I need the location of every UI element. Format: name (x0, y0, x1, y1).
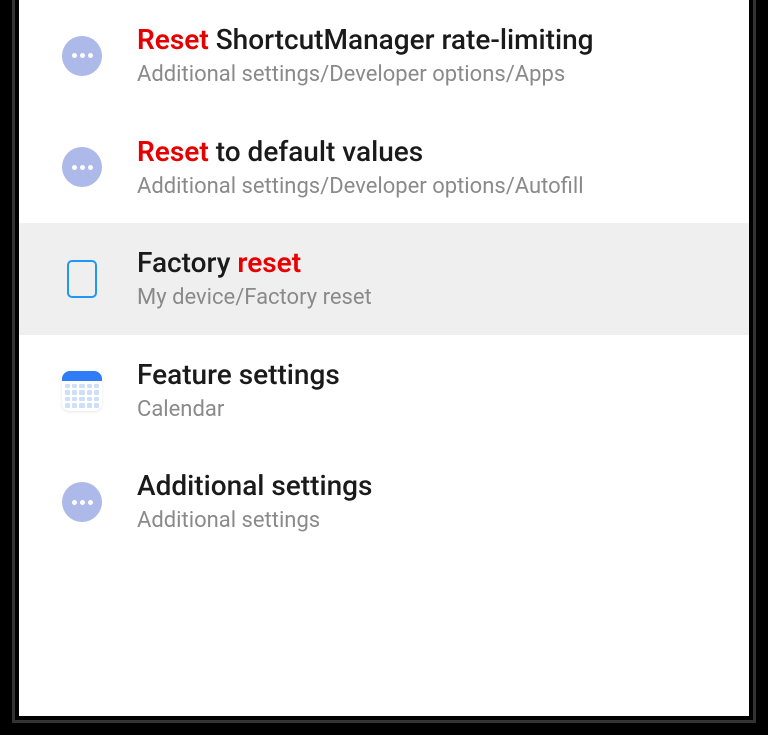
result-title: Feature settings (137, 357, 340, 392)
result-text: Reset to default values Additional setti… (137, 134, 584, 202)
result-additional-settings[interactable]: Additional settings Additional settings (19, 446, 749, 558)
result-factory-reset[interactable]: Factory reset My device/Factory reset (19, 223, 749, 335)
result-title: Factory reset (137, 245, 372, 280)
result-text: Factory reset My device/Factory reset (137, 245, 372, 313)
result-path: Additional settings/Developer options/Ap… (137, 61, 594, 90)
result-title: Additional settings (137, 468, 372, 503)
search-results-list: Reset ShortcutManager rate-limiting Addi… (19, 0, 749, 558)
result-path: My device/Factory reset (137, 284, 372, 313)
result-path: Additional settings (137, 507, 372, 536)
device-icon (61, 258, 103, 300)
more-icon (61, 146, 103, 188)
result-feature-settings[interactable]: Feature settings Calendar (19, 335, 749, 447)
result-text: Feature settings Calendar (137, 357, 340, 425)
result-path: Additional settings/Developer options/Au… (137, 173, 584, 202)
more-icon (61, 35, 103, 77)
result-title: Reset to default values (137, 134, 584, 169)
result-text: Reset ShortcutManager rate-limiting Addi… (137, 22, 594, 90)
result-reset-default-values[interactable]: Reset to default values Additional setti… (19, 112, 749, 224)
calendar-icon (61, 370, 103, 412)
phone-inner: Reset ShortcutManager rate-limiting Addi… (12, 0, 756, 723)
result-text: Additional settings Additional settings (137, 468, 372, 536)
more-icon (61, 481, 103, 523)
result-reset-shortcutmanager[interactable]: Reset ShortcutManager rate-limiting Addi… (19, 0, 749, 112)
phone-frame: Reset ShortcutManager rate-limiting Addi… (0, 0, 768, 735)
result-path: Calendar (137, 396, 340, 425)
result-title: Reset ShortcutManager rate-limiting (137, 22, 594, 57)
screen: Reset ShortcutManager rate-limiting Addi… (19, 0, 749, 716)
